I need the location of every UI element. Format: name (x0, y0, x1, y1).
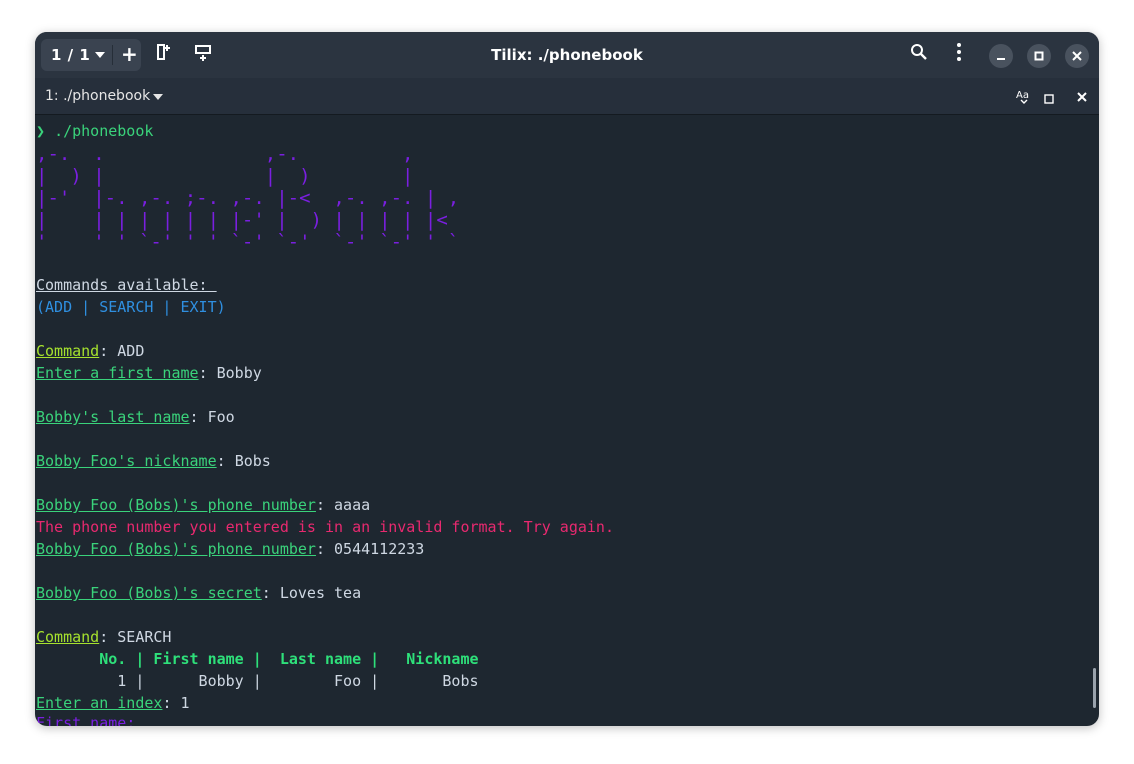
terminal-window: 1 / 1 + Tilix: ./phonebook 1: ./phoneboo… (35, 32, 1099, 726)
entry-line: Enter a first name: Bobby (36, 364, 262, 382)
menu-kebab-icon[interactable] (949, 42, 973, 66)
window-title: Tilix: ./phonebook (491, 46, 643, 64)
maximize-button[interactable] (1027, 44, 1051, 68)
entry-line: Bobby's last name: Foo (36, 408, 235, 426)
prompt-line: ❯ ./phonebook (36, 120, 153, 142)
minimize-button[interactable] (989, 44, 1013, 68)
entry-line: Bobby Foo (Bobs)'s phone number: 0544112… (36, 540, 425, 558)
chevron-down-icon[interactable] (153, 94, 163, 100)
prompt-arrow-icon: ❯ (36, 122, 46, 140)
entry-line: Command: SEARCH (36, 628, 172, 646)
maximize-terminal-icon[interactable] (1043, 90, 1055, 104)
entry-line: Bobby Foo (Bobs)'s secret: Loves tea (36, 584, 362, 602)
table-row: 1 | Bobby | Foo | Bobs (36, 672, 479, 690)
commands-list: (ADD | SEARCH | EXIT) (36, 298, 226, 316)
title-bar: 1 / 1 + Tilix: ./phonebook (35, 32, 1099, 78)
svg-text:Aa: Aa (1016, 90, 1029, 101)
scrollbar[interactable] (1093, 668, 1096, 708)
close-terminal-icon[interactable] (1075, 89, 1089, 103)
entry-line: Bobby Foo (Bobs)'s phone number: aaaa (36, 496, 371, 514)
entry-line-partial: First name: (36, 714, 145, 726)
ascii-banner-line: | | | | | | | |-' | ) | | | | |< (36, 209, 448, 231)
ascii-banner-line: | ) | | ) | (36, 165, 414, 187)
terminal-tab-title[interactable]: 1: ./phonebook (45, 88, 150, 104)
prompt-command: ./phonebook (54, 122, 154, 140)
entry-line: Bobby Foo's nickname: Bobs (36, 452, 271, 470)
search-icon[interactable] (909, 42, 933, 66)
commands-header: Commands available: (36, 276, 217, 294)
error-message: The phone number you entered is in an in… (36, 518, 614, 536)
entry-line: Enter an index: 1 (36, 694, 190, 712)
terminal-output[interactable]: ❯ ./phonebook ,-. . ,-. , | ) | | ) | |-… (35, 115, 1099, 726)
ascii-banner-line: ,-. . ,-. , (36, 143, 414, 165)
terminal-tab-bar: 1: ./phonebook Aa (35, 78, 1099, 115)
close-button[interactable] (1065, 44, 1089, 68)
read-only-icon[interactable]: Aa (1015, 87, 1033, 105)
ascii-banner-line: ' ' ' `-' ' ' `-' `-' `-' `-' ' ` (36, 231, 460, 253)
table-header: No. | First name | Last name | Nickname (36, 650, 479, 668)
ascii-banner-line: |-' |-. ,-. ;-. ,-. |-< ,-. ,-. | , (36, 187, 460, 209)
entry-line: Command: ADD (36, 342, 145, 360)
